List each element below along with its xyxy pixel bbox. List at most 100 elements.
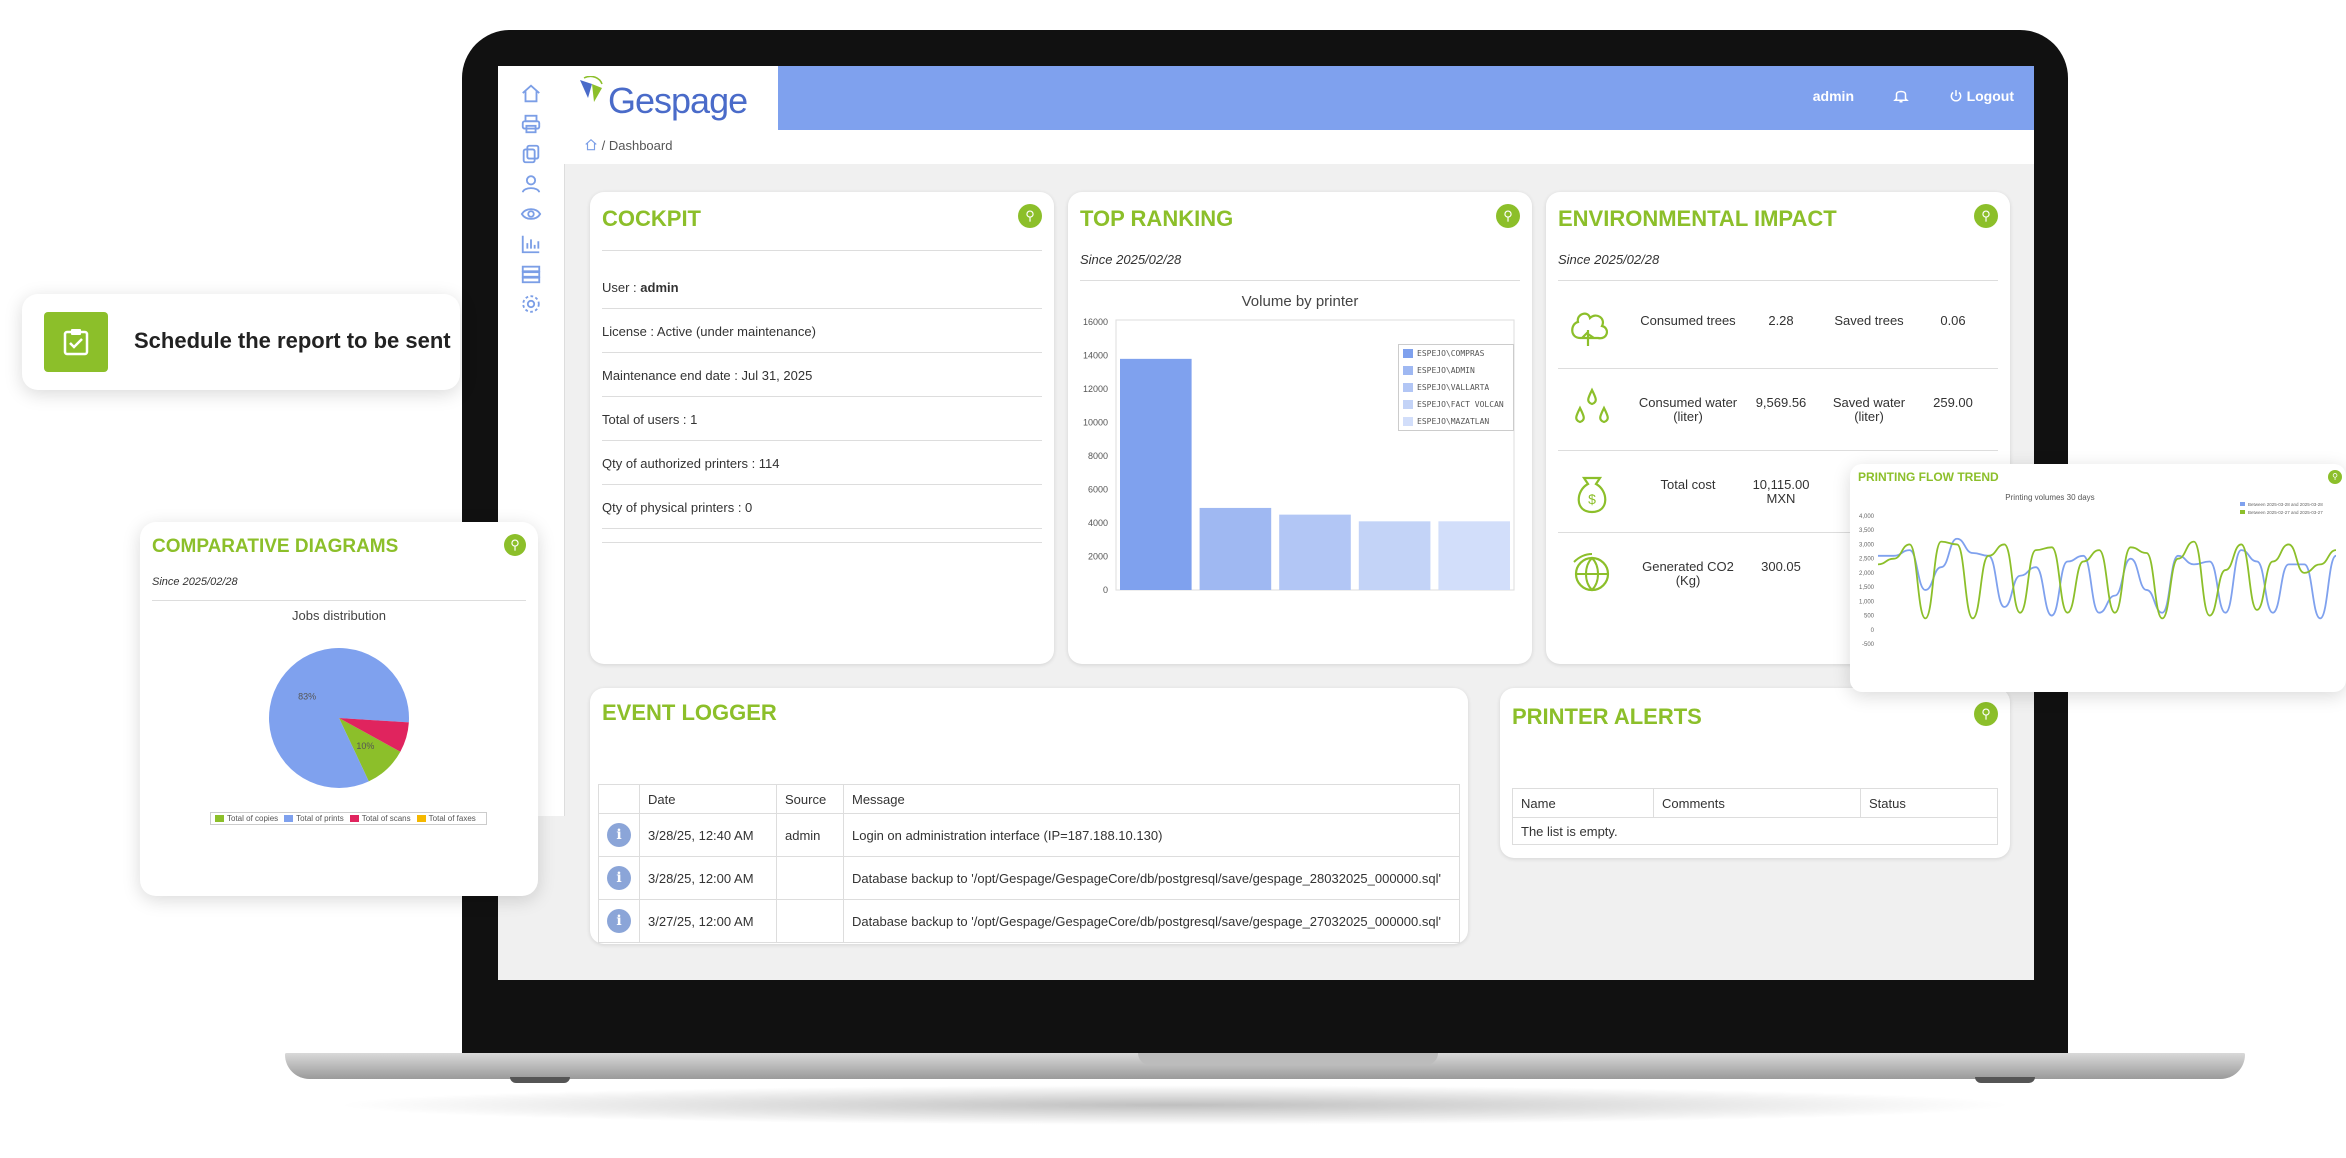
y-tick-label: 4000 (1088, 518, 1108, 528)
event-message: Database backup to '/opt/Gespage/Gespage… (843, 856, 1460, 900)
legend-label: Between 2025-02-27 and 2025-03-27 (2248, 510, 2323, 515)
schedule-icon-box (44, 312, 108, 372)
legend-item[interactable]: ESPEJO\COMPRAS (1399, 345, 1513, 362)
eye-icon[interactable] (520, 203, 542, 225)
legend-swatch (1403, 400, 1413, 409)
legend-label: ESPEJO\VALLARTA (1417, 383, 1490, 392)
breadcrumb-bar (564, 130, 2034, 164)
y-tick-label: -500 (1862, 642, 1875, 648)
event-logger-card: EVENT LOGGER Date Source Message i 3/28/… (590, 688, 1468, 944)
user-menu[interactable]: admin (1813, 88, 1854, 104)
power-icon (1950, 90, 1962, 102)
legend-label: Total of copies (227, 814, 279, 823)
event-info-cell: i (598, 856, 640, 900)
cockpit-authorized-printers: Qty of authorized printers : 114 (602, 456, 780, 471)
table-row: The list is empty. (1512, 817, 1998, 845)
info-icon: i (607, 823, 631, 847)
event-col-date[interactable]: Date (639, 784, 777, 814)
y-tick-label: 1,000 (1859, 599, 1875, 605)
user-icon[interactable] (520, 173, 542, 195)
legend-item[interactable]: Total of faxes (416, 814, 476, 823)
cockpit-user-label: User : (602, 280, 641, 295)
event-info-cell: i (598, 899, 640, 943)
y-tick-label: 2000 (1088, 552, 1108, 562)
trees-icon (1571, 312, 1608, 346)
home-icon[interactable] (520, 83, 542, 105)
ranking-title: TOP RANKING (1080, 206, 1234, 231)
copy-icon[interactable] (520, 143, 542, 165)
alerts-col-name[interactable]: Name (1512, 788, 1654, 818)
table-row[interactable]: i 3/28/25, 12:00 AM Database backup to '… (598, 856, 1460, 900)
cockpit-search-icon[interactable]: ⚲ (1018, 204, 1042, 228)
clipboard-check-icon (63, 329, 89, 356)
legend-swatch (215, 815, 224, 822)
environmental-search-icon[interactable]: ⚲ (1974, 204, 1998, 228)
table-row[interactable]: i 3/28/25, 12:40 AM admin Login on admin… (598, 813, 1460, 857)
flow-title: PRINTING FLOW TREND (1858, 470, 1999, 484)
event-col-source[interactable]: Source (776, 784, 844, 814)
info-icon: i (607, 909, 631, 933)
legend-swatch (1403, 383, 1413, 392)
bell-icon[interactable] (1892, 86, 1910, 104)
divider (602, 440, 1042, 441)
divider (152, 600, 526, 601)
breadcrumb-home-icon[interactable] (584, 138, 598, 152)
printer-alerts-card: PRINTER ALERTS ⚲ Name Comments Status Th… (1500, 688, 2010, 858)
money-bag-icon: $ (1577, 476, 1607, 514)
alerts-empty-message: The list is empty. (1512, 817, 1998, 845)
laptop-shadow (330, 1085, 2020, 1125)
volume-by-printer-chart: Volume by printer 16000 14000 12000 10000 800… (1083, 293, 1515, 595)
cockpit-physical-printers: Qty of physical printers : 0 (602, 500, 753, 515)
divider (602, 484, 1042, 485)
top-header: admin Logout (564, 66, 2034, 130)
comparative-since: Since 2025/02/28 (152, 576, 238, 588)
bar-chart-icon[interactable] (520, 233, 542, 255)
legend-item[interactable]: Total of copies (215, 814, 278, 823)
logout-button[interactable]: Logout (1949, 88, 2014, 104)
printing-flow-trend-card: PRINTING FLOW TREND ⚲ Printing volumes 3… (1850, 464, 2346, 692)
legend-swatch (284, 815, 294, 822)
logo[interactable]: Gespage (564, 66, 778, 130)
bar (1199, 507, 1272, 590)
server-icon[interactable] (520, 263, 542, 285)
legend-item[interactable]: ESPEJO\MAZATLAN (1399, 413, 1513, 430)
bar (1120, 358, 1192, 590)
divider (602, 308, 1042, 309)
cockpit-total-users: Total of users : 1 (602, 412, 698, 427)
event-col-message[interactable]: Message (843, 784, 1460, 814)
breadcrumb-text[interactable]: / Dashboard (602, 138, 673, 153)
comparative-search-icon[interactable]: ⚲ (504, 534, 526, 556)
legend-item[interactable]: ESPEJO\ADMIN (1399, 362, 1513, 379)
settings-icon[interactable] (520, 293, 542, 315)
alerts-col-comments[interactable]: Comments (1653, 788, 1861, 818)
alerts-table-header: Name Comments Status (1512, 788, 1998, 818)
pie-label: 83% (298, 691, 316, 701)
env-label: Generated CO2 (Kg) (1642, 559, 1734, 588)
pie-title: Jobs distribution (292, 608, 386, 623)
legend-label: ESPEJO\MAZATLAN (1417, 417, 1490, 426)
alerts-col-status[interactable]: Status (1860, 788, 1998, 818)
ranking-since: Since 2025/02/28 (1080, 252, 1182, 267)
legend-item[interactable]: Total of scans (349, 814, 411, 823)
table-row[interactable]: i 3/27/25, 12:00 AM Database backup to '… (598, 899, 1460, 943)
dashboard-screen: admin Logout Gespage / Dashboard COCKPIT… (498, 66, 2034, 980)
bar (1438, 521, 1510, 590)
legend-item[interactable]: ESPEJO\VALLARTA (1399, 379, 1513, 396)
legend-swatch (1403, 349, 1413, 358)
y-tick-label: 8000 (1088, 451, 1108, 461)
printer-alerts-title: PRINTER ALERTS (1512, 704, 1702, 729)
printer-alerts-search-icon[interactable]: ⚲ (1974, 702, 1998, 726)
schedule-report-card[interactable]: Schedule the report to be sent (22, 294, 460, 390)
legend-item[interactable]: ESPEJO\FACT VOLCAN (1399, 396, 1513, 413)
divider (602, 352, 1042, 353)
y-tick-label: 2,500 (1859, 557, 1875, 563)
y-tick-label: 500 (1864, 614, 1875, 620)
legend-item[interactable]: Total of prints (284, 814, 344, 823)
bar (1358, 521, 1431, 590)
flow-search-icon[interactable]: ⚲ (2328, 470, 2342, 484)
printer-icon[interactable] (520, 113, 542, 135)
laptop-foot (510, 1077, 570, 1083)
schedule-label: Schedule the report to be sent (134, 328, 451, 353)
ranking-search-icon[interactable]: ⚲ (1496, 204, 1520, 228)
event-date: 3/28/25, 12:40 AM (639, 813, 777, 857)
